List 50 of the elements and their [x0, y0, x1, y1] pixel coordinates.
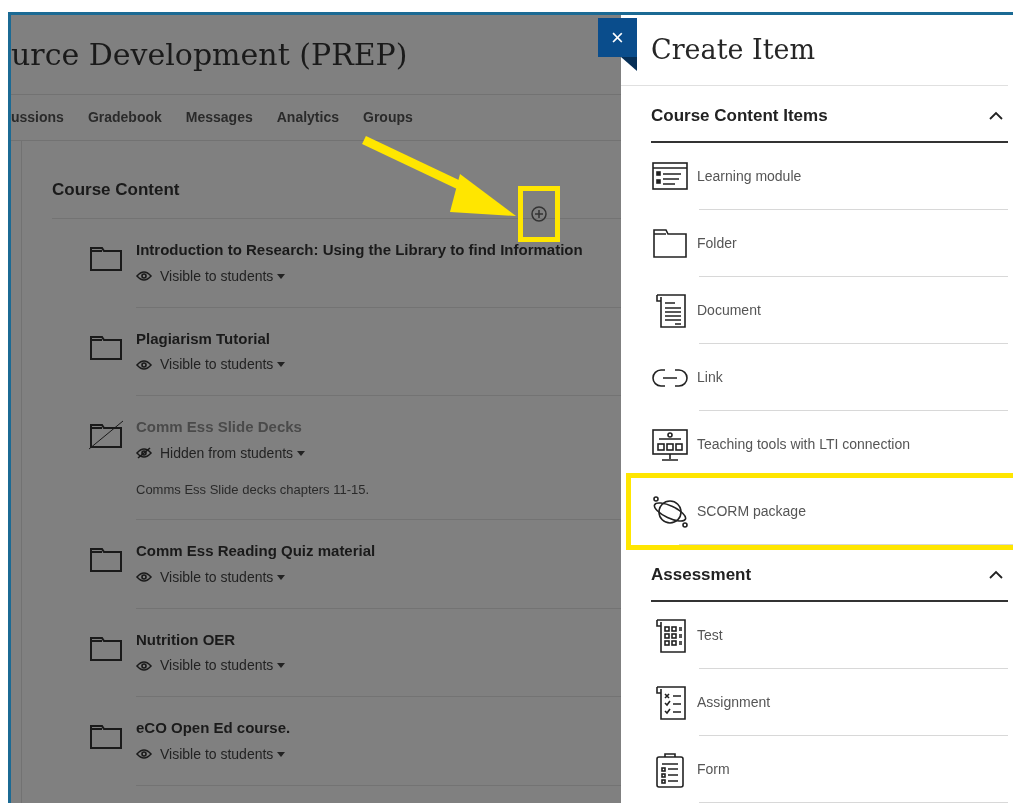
add-button[interactable] [518, 186, 560, 242]
add-icon [531, 206, 547, 222]
content-description: Comms Ess Slide decks chapters 11-15. [136, 480, 371, 499]
section-header: Assessment [651, 563, 752, 586]
eye-icon [136, 571, 152, 583]
caret-icon [297, 450, 306, 456]
fold-corner-icon [621, 57, 637, 71]
hidden-folder-icon [88, 420, 124, 450]
content-title[interactable]: Introduction to Research: Using the Library to find Information [136, 239, 621, 262]
chevron-up-icon[interactable] [988, 110, 1004, 121]
create-item-option[interactable]: Learning module [651, 143, 1008, 210]
close-button[interactable]: × [598, 18, 637, 57]
create-item-option[interactable]: Form [651, 736, 1008, 803]
content-title[interactable]: eCO Open Ed course. [136, 717, 621, 740]
eye-icon [136, 748, 152, 760]
section-heading: Course Content [52, 178, 180, 201]
eye-slash-icon [136, 447, 152, 459]
create-item-option[interactable]: Folder [651, 210, 1008, 277]
eye-icon [136, 358, 152, 371]
nav-tab[interactable]: ussions [11, 107, 64, 128]
create-item-option[interactable]: Assignment [651, 669, 1008, 736]
panel-title: Create Item [651, 32, 816, 67]
visibility-menu[interactable]: Visible to students [160, 655, 286, 676]
caret-icon [277, 751, 286, 757]
create-item-option[interactable]: Document [651, 277, 1008, 344]
visibility-menu[interactable]: Visible to students [160, 743, 286, 765]
content-title[interactable]: Nutrition OER [136, 628, 621, 651]
create-item-option[interactable]: Test [651, 602, 1008, 669]
visibility-menu[interactable]: Visible to students [160, 354, 286, 375]
visibility-menu[interactable]: Visible to students [160, 265, 286, 287]
eye-icon [136, 270, 152, 282]
caret-icon [277, 574, 286, 580]
eye-icon [136, 659, 152, 672]
visibility-menu[interactable]: Visible to students [160, 566, 286, 588]
course-title: urce Development (PREP) [11, 36, 408, 74]
chevron-up-icon[interactable] [988, 569, 1004, 580]
caret-icon [277, 663, 286, 668]
nav-tab[interactable]: Groups [363, 107, 413, 128]
nav-tab[interactable]: Analytics [276, 107, 339, 128]
create-item-option[interactable]: Teaching tools with LTI connection [651, 411, 1008, 478]
visibility-menu[interactable]: Hidden from students [160, 442, 306, 464]
content-title[interactable]: Plagiarism Tutorial [136, 327, 621, 350]
section-header: Course Content Items [651, 104, 828, 127]
create-item-option[interactable]: Link [651, 344, 1008, 411]
create-item-option[interactable]: SCORM package [631, 478, 1013, 545]
nav-tab[interactable]: Messages [185, 107, 253, 128]
content-title[interactable]: Comm Ess Reading Quiz material [136, 540, 621, 563]
nav-tab[interactable]: Gradebook [87, 107, 162, 128]
caret-icon [277, 273, 286, 279]
caret-icon [277, 362, 286, 367]
